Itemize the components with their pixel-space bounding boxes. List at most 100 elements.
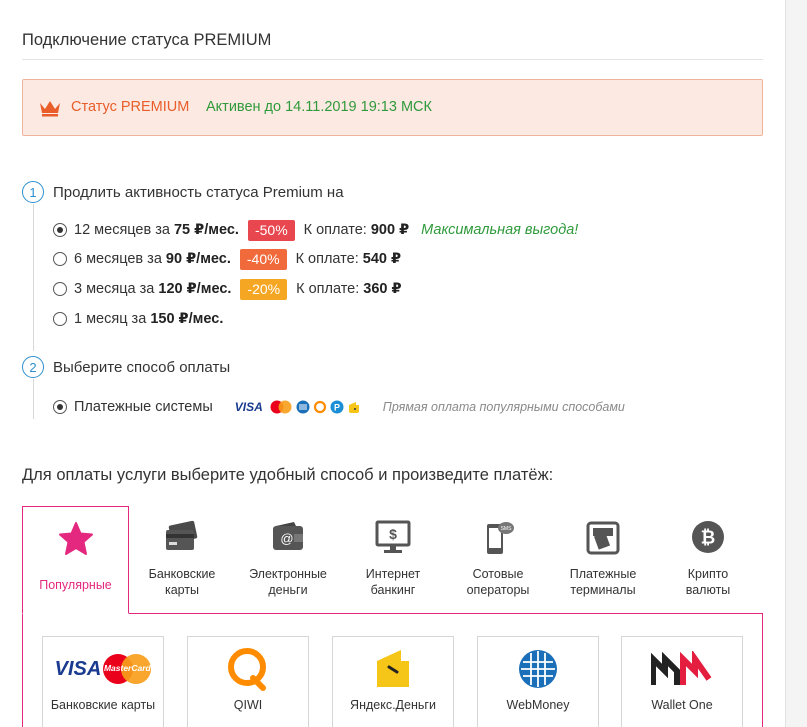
tab-label: Интернет банкинг (365, 567, 421, 597)
radio-button[interactable] (53, 252, 67, 266)
terminal-icon (586, 521, 620, 555)
pay-label: К оплате: (303, 222, 367, 238)
section-heading: Для оплаты услуги выберите удобный спосо… (22, 466, 554, 484)
card-name: WebMoney (506, 698, 570, 712)
webmoney-logo (478, 647, 598, 691)
paypal-icon: P (330, 400, 344, 414)
monitor-icon: $ (375, 520, 411, 553)
step-connector-line (33, 379, 34, 419)
pay-amount: 540 ₽ (362, 251, 402, 267)
radio-button[interactable] (53, 312, 67, 326)
radio-button[interactable] (53, 400, 67, 414)
plan-duration: 6 месяцев за (74, 251, 162, 267)
page-title: Подключение статуса PREMIUM (22, 31, 272, 49)
premium-status-box: Статус PREMIUM Активен до 14.11.2019 19:… (22, 79, 763, 136)
card-name: Банковские карты (50, 698, 156, 712)
phone-icon: SMS (487, 522, 514, 554)
plan-duration: 12 месяцев за (74, 222, 170, 238)
payment-card-qiwi[interactable]: QIWI (187, 636, 309, 727)
tab-label: Крипто валюты (685, 567, 731, 597)
card-name: Wallet One (651, 698, 713, 712)
tab-label: Платежные терминалы (569, 567, 637, 597)
step-title: Выберите способ оплаты (53, 358, 231, 376)
step-title: Продлить активность статуса Premium на (53, 183, 344, 201)
pay-amount: 360 ₽ (363, 281, 402, 297)
status-active-until: Активен до 14.11.2019 19:13 МСК (206, 99, 432, 115)
title-divider (22, 59, 763, 60)
qiwi-icon (313, 400, 326, 414)
discount-badge: -50% (247, 219, 295, 241)
tab-payment-terminals[interactable]: Платежные терминалы (553, 506, 653, 614)
visa-icon: VISA (234, 400, 263, 414)
radio-button[interactable] (53, 223, 67, 237)
wallet-icon: @ (273, 522, 303, 550)
plan-duration: 3 месяца за (74, 281, 155, 297)
plan-option-3-months[interactable]: 3 месяца за 120 ₽/мес. -20% К оплате: 36… (53, 278, 402, 300)
card-name: QIWI (233, 698, 263, 712)
tab-label: Электронные деньги (249, 567, 327, 597)
plan-price: 150 ₽/мес. (150, 311, 224, 327)
payment-note: Прямая оплата популярными способами (382, 400, 625, 414)
radio-button[interactable] (53, 282, 67, 296)
pay-label: К оплате: (296, 281, 360, 297)
visa-logo-text: VISA (54, 657, 102, 680)
step-number: 2 (22, 356, 44, 378)
mastercard-icon: MasterCard (103, 654, 152, 684)
discount-badge: -40% (239, 248, 287, 270)
tab-internet-banking[interactable]: $ Интернет банкинг (343, 506, 443, 614)
tab-crypto[interactable]: ₿ Крипто валюты (658, 506, 758, 614)
star-icon (58, 522, 93, 555)
payment-card-bank-cards[interactable]: VISA MasterCard Банковские карты (42, 636, 164, 727)
panel-border (762, 613, 763, 727)
payment-card-webmoney[interactable]: WebMoney (477, 636, 599, 727)
webmoney-icon (519, 650, 557, 688)
visa-mastercard-logo: VISA MasterCard (43, 647, 163, 691)
webmoney-icon (296, 400, 310, 414)
payment-card-yandex-money[interactable]: Яндекс.Деньги (332, 636, 454, 727)
tab-bank-cards[interactable]: Банковские карты (132, 506, 232, 614)
status-label: Статус PREMIUM (71, 99, 190, 115)
step-1-header: 1 Продлить активность статуса Premium на (22, 181, 344, 203)
pay-label: К оплате: (295, 251, 359, 267)
svg-text:P: P (334, 403, 340, 413)
mastercard-icon (270, 400, 292, 414)
qiwi-logo (188, 647, 308, 691)
plan-option-6-months[interactable]: 6 месяцев за 90 ₽/мес. -40% К оплате: 54… (53, 248, 401, 270)
plan-price: 75 ₽/мес. (173, 222, 239, 238)
wallet-one-icon (651, 651, 712, 685)
bank-card-icon (166, 520, 198, 550)
discount-badge: -20% (240, 278, 288, 300)
payment-card-wallet-one[interactable]: Wallet One (621, 636, 743, 727)
tab-mobile-operators[interactable]: SMS Сотовые операторы (448, 506, 548, 614)
tab-popular[interactable]: Популярные (22, 506, 129, 614)
payment-method-option[interactable]: Платежные системы VISA P Прямая оплата п… (53, 396, 625, 418)
plan-price: 120 ₽/мес. (158, 281, 232, 297)
card-name: Яндекс.Деньги (350, 698, 436, 712)
plan-price: 90 ₽/мес. (165, 251, 231, 267)
step-number: 1 (22, 181, 44, 203)
plan-option-1-month[interactable]: 1 месяц за 150 ₽/мес. (53, 308, 223, 330)
payment-method-label: Платежные системы (74, 399, 213, 415)
mastercard-logo-text: MasterCard (103, 663, 151, 673)
step-connector-line (33, 204, 34, 351)
plan-option-12-months[interactable]: 12 месяцев за 75 ₽/мес. -50% К оплате: 9… (53, 219, 578, 241)
tab-label: Банковские карты (148, 567, 216, 597)
step-2-header: 2 Выберите способ оплаты (22, 356, 230, 378)
tab-e-money[interactable]: @ Электронные деньги (238, 506, 338, 614)
yandex-money-logo (333, 647, 453, 691)
page-scroll-rail (785, 0, 807, 727)
yandex-money-icon (348, 402, 359, 413)
crown-icon (40, 101, 60, 117)
tab-label: Популярные (39, 578, 112, 592)
panel-border (22, 613, 23, 727)
pay-amount: 900 ₽ (370, 222, 410, 238)
svg-text:$: $ (389, 526, 397, 542)
svg-text:@: @ (280, 531, 293, 546)
wallet-one-logo (622, 647, 742, 691)
svg-text:₿: ₿ (701, 528, 716, 548)
tab-label: Сотовые операторы (466, 567, 530, 597)
plan-duration: 1 месяц за (74, 311, 147, 327)
svg-text:SMS: SMS (501, 526, 513, 532)
qiwi-icon (228, 648, 266, 691)
main-content: Подключение статуса PREMIUM Статус PREMI… (0, 0, 785, 727)
